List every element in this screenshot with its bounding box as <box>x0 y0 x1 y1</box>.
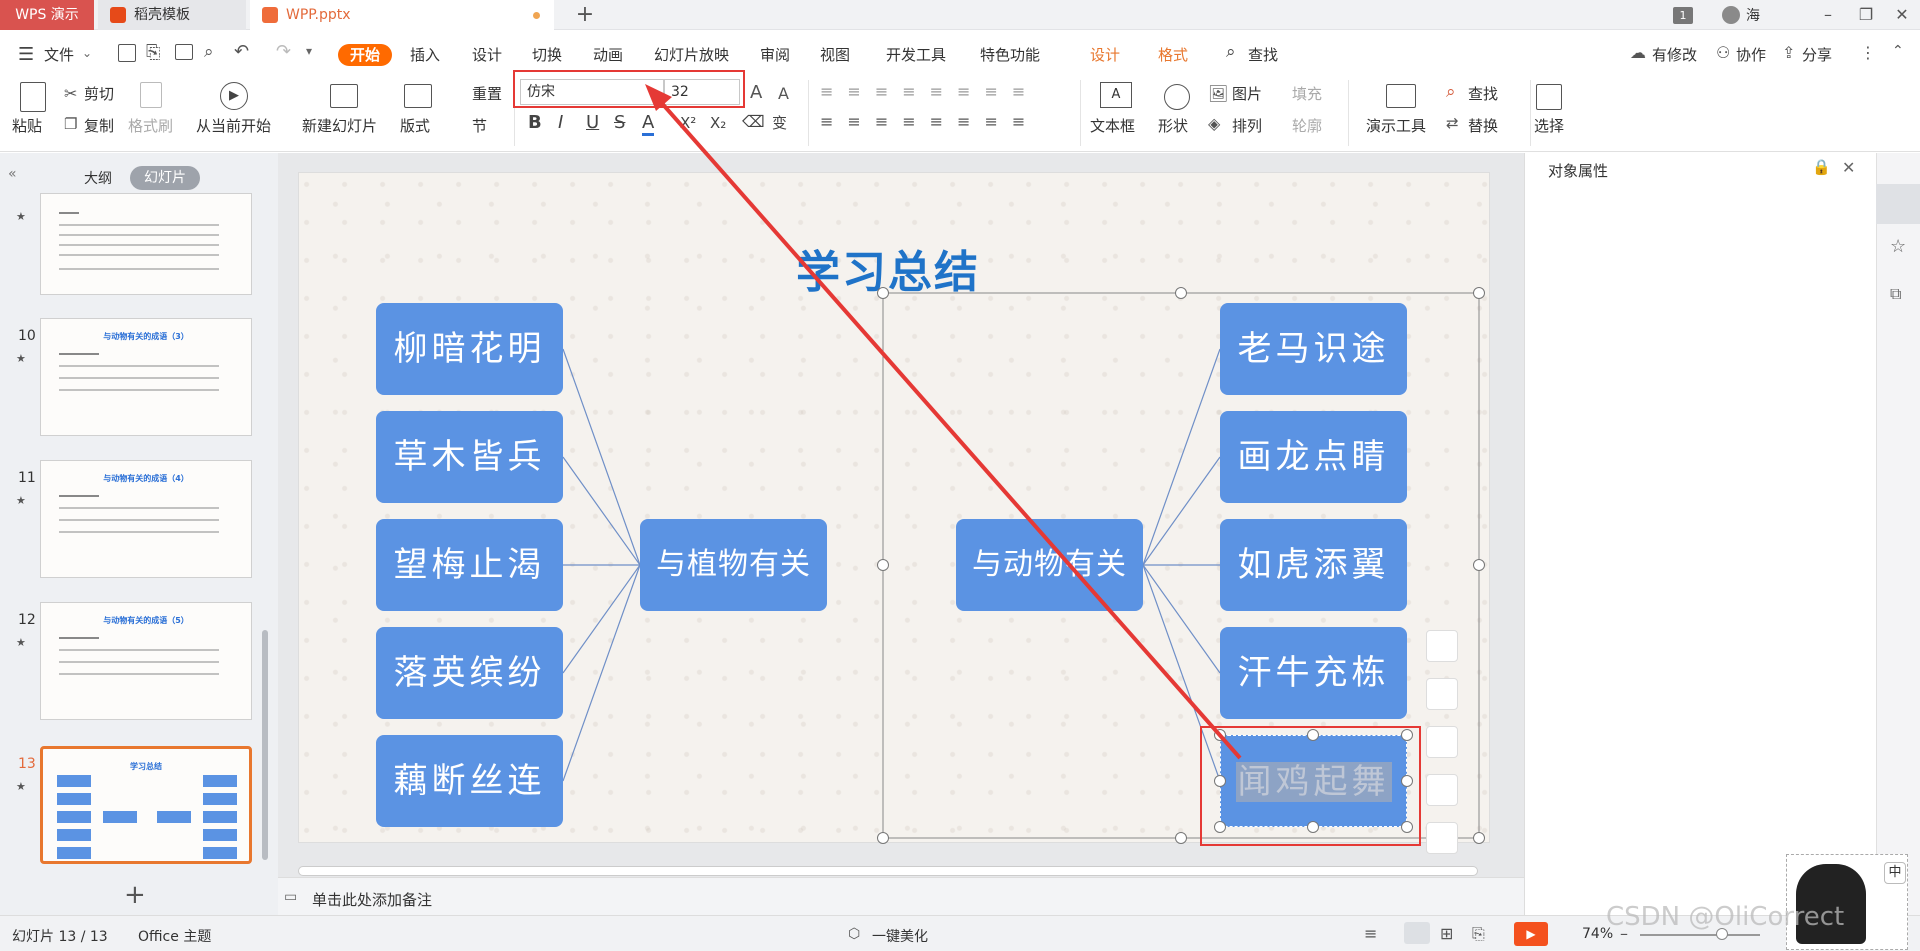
layout-change-icon[interactable] <box>1426 678 1458 710</box>
play-slideshow-button[interactable]: ▶ <box>1514 922 1548 946</box>
watermark: CSDN @OliCorrect <box>1606 902 1845 932</box>
theme-name[interactable]: Office 主题 <box>138 926 211 946</box>
notes-view-icon[interactable]: ≡ <box>1364 924 1377 943</box>
notes-placeholder[interactable]: 单击此处添加备注 <box>312 889 432 910</box>
properties-title[interactable]: 对象属性 <box>1548 160 1608 181</box>
animation-sidebar-icon[interactable]: ☆ <box>1890 236 1906 257</box>
right-sidebar <box>1876 153 1920 915</box>
reading-view-icon[interactable]: ⎘ <box>1472 924 1485 944</box>
normal-view-icon[interactable] <box>1404 922 1430 944</box>
transition-sidebar-icon[interactable]: ⧉ <box>1890 284 1901 304</box>
slide-sorter-icon[interactable]: ⊞ <box>1440 924 1453 943</box>
slide-counter: 幻灯片 13 / 13 <box>12 929 108 945</box>
properties-sidebar-icon[interactable] <box>1876 184 1920 224</box>
notes-icon: ▭ <box>284 889 298 905</box>
lock-icon[interactable]: 🔒 <box>1812 158 1831 176</box>
notes-bar[interactable] <box>278 877 1524 915</box>
smartart-add-icon[interactable] <box>1426 630 1458 662</box>
ime-chinese-icon[interactable]: 中 <box>1884 862 1906 884</box>
properties-panel <box>1524 153 1876 915</box>
shape-style-icon[interactable] <box>1426 726 1458 758</box>
horizontal-scrollbar[interactable] <box>298 866 1478 876</box>
text-format-icon[interactable] <box>1426 774 1458 806</box>
zoom-slider[interactable] <box>1640 934 1760 936</box>
close-icon[interactable]: ✕ <box>1842 158 1855 177</box>
brush-icon[interactable] <box>1426 822 1458 854</box>
beautify-icon: ⬡ <box>848 926 861 942</box>
beautify-button[interactable]: 一键美化 <box>872 926 928 946</box>
